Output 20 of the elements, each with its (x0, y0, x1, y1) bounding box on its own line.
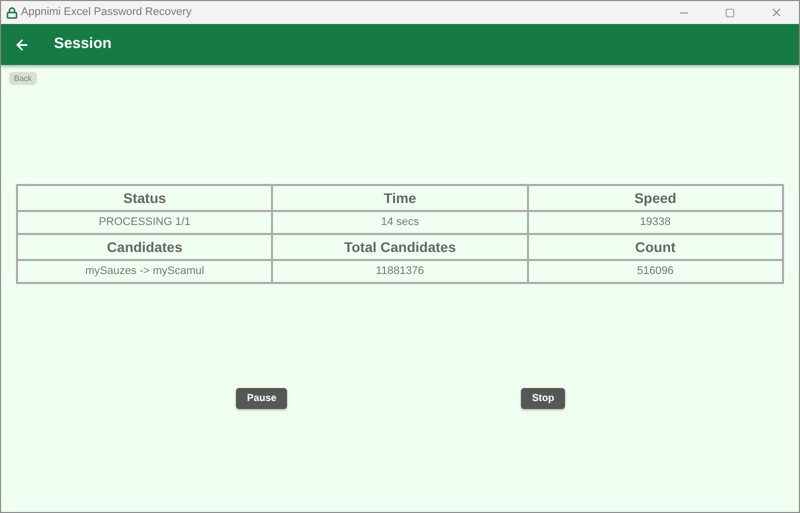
column-heading: Candidates (17, 234, 272, 260)
table-cell: 14 secs (272, 211, 528, 234)
table-cell: 19338 (528, 211, 783, 234)
column-heading: Status (17, 185, 272, 211)
column-heading: Count (528, 234, 783, 260)
table-cell: 516096 (528, 260, 783, 283)
pause-button[interactable]: Pause (236, 388, 288, 409)
table-cell: 11881376 (272, 260, 528, 283)
page-title: Session (54, 34, 112, 54)
column-heading: Time (272, 185, 528, 211)
maximize-icon (725, 8, 735, 18)
close-icon (770, 6, 782, 19)
table-cell: PROCESSING 1/1 (17, 211, 272, 234)
lock-icon (6, 6, 18, 18)
stop-button[interactable]: Stop (521, 388, 566, 409)
column-heading: Speed (528, 185, 783, 211)
window-title: Appnimi Excel Password Recovery (21, 5, 192, 20)
column-heading: Total Candidates (272, 234, 528, 260)
table-cell: mySauzes -> myScamul (17, 260, 272, 283)
back-tooltip: Back (9, 72, 37, 85)
